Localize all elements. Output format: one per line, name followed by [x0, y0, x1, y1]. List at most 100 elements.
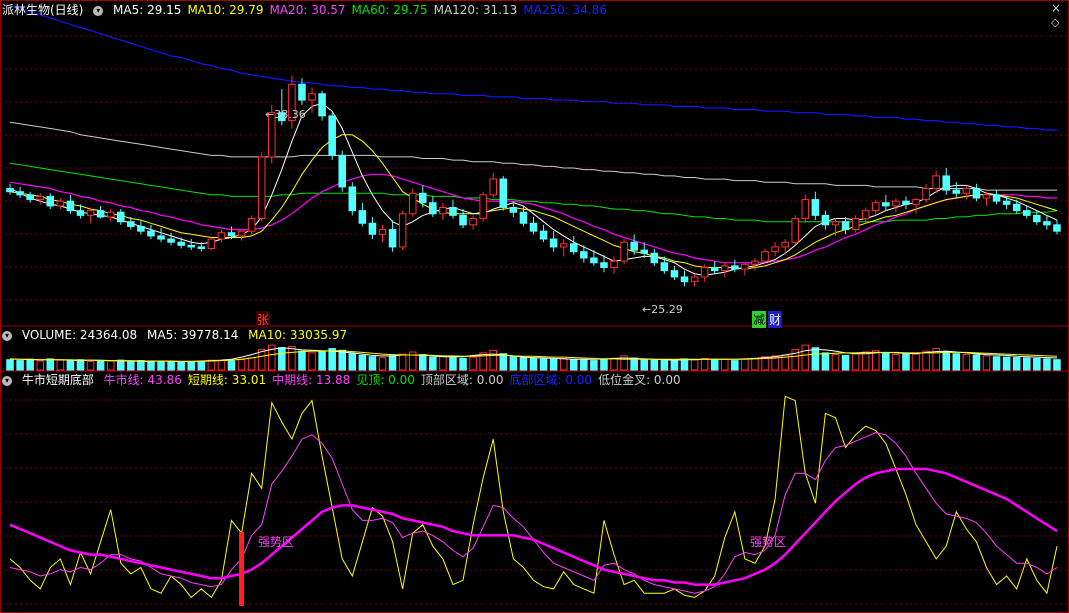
candle-up	[207, 238, 216, 250]
volume-bar	[741, 358, 749, 371]
volume-bar	[56, 359, 65, 371]
volume-bar	[902, 353, 910, 371]
candle-up	[237, 230, 246, 237]
volume-bar	[922, 350, 930, 371]
volume-bar	[610, 358, 618, 371]
ma-legend-item: MA60: 29.75	[351, 3, 428, 17]
volume-bar	[348, 353, 357, 371]
volume-ma5: MA5: 39778.14	[147, 328, 239, 342]
chevron-down-icon[interactable]: ▾	[93, 5, 104, 16]
volume-bar	[398, 353, 407, 371]
ma60-line	[9, 162, 1058, 223]
indicator-legend-item: 牛市线: 43.86	[103, 373, 182, 387]
volume-bar	[308, 352, 316, 371]
candle-up	[871, 202, 880, 212]
volume-bar	[6, 359, 14, 371]
volume-bar	[690, 359, 699, 371]
volume-bar	[680, 358, 689, 371]
candle-down	[1053, 224, 1061, 232]
candle-down	[116, 211, 125, 223]
price-panel	[6, 4, 1061, 287]
zhang-marker[interactable]: 张	[256, 311, 271, 328]
volume-bar	[459, 357, 467, 371]
candle-down	[187, 244, 196, 248]
candle-down	[449, 206, 457, 216]
indicator-legend-item: 见顶: 0.00	[356, 373, 415, 387]
volume-value: VOLUME: 24364.08	[21, 328, 138, 342]
jian-marker[interactable]: 减	[752, 311, 767, 328]
candle-up	[771, 246, 779, 253]
volume-bar	[76, 359, 85, 371]
volume-bar	[580, 359, 588, 371]
cai-marker[interactable]: 财	[768, 311, 783, 328]
ma-legend-item: MA20: 30.57	[269, 3, 346, 17]
indicator-legend: 牛市线: 43.86 短期线: 33.01 中期线: 13.88 见顶: 0.00 顶部…	[104, 373, 687, 387]
zone-label-strong-2: 强势区	[750, 535, 787, 549]
volume-bar	[338, 349, 347, 371]
candle-up	[912, 199, 920, 205]
signal-bar	[239, 532, 245, 606]
volume-bar	[36, 360, 45, 371]
chevron-down-icon[interactable]: ▾	[2, 375, 12, 386]
ma-legend-item: MA120: 31.13	[433, 3, 518, 17]
candle-up	[690, 276, 699, 283]
volume-header: ▾ VOLUME: 24364.08 MA5: 39778.14 MA10: 3…	[2, 327, 353, 343]
volume-bar	[167, 360, 175, 371]
candle-up	[741, 263, 749, 270]
volume-bar	[368, 356, 377, 371]
candle-up	[962, 188, 971, 194]
volume-bar	[298, 350, 306, 371]
diamond-icon[interactable]: ◇	[1051, 16, 1059, 29]
chevron-down-icon[interactable]: ▾	[2, 330, 12, 341]
candle-up	[106, 211, 115, 218]
candle-down	[1012, 203, 1021, 212]
candle-down	[882, 202, 890, 207]
volume-bar	[217, 360, 226, 371]
candle-down	[66, 200, 75, 212]
candle-down	[600, 262, 608, 268]
low-price-value: 25.29	[651, 303, 683, 316]
volume-bar	[116, 359, 125, 371]
volume-bar	[429, 356, 437, 371]
volume-bar	[388, 355, 397, 371]
indicator-legend-item: 底部区域: 0.00	[509, 373, 593, 387]
volume-bar	[952, 353, 961, 371]
volume-bar	[972, 354, 981, 371]
close-icon[interactable]: ×	[1051, 1, 1061, 15]
candle-down	[841, 221, 850, 231]
candle-up	[781, 241, 789, 248]
candle-down	[499, 178, 508, 208]
candle-up	[801, 199, 810, 220]
high-price-value: 38.36	[274, 108, 306, 121]
volume-bar	[710, 359, 719, 371]
volume-bar	[418, 354, 427, 371]
candle-down	[157, 235, 165, 240]
indicator-legend-item: 中期线: 13.88	[272, 373, 351, 387]
candle-up	[851, 218, 860, 231]
volume-bar	[529, 357, 538, 371]
candle-up	[86, 210, 95, 216]
volume-bar	[801, 344, 810, 371]
candle-down	[1033, 214, 1041, 223]
volume-bar	[670, 360, 679, 371]
candle-down	[529, 222, 538, 232]
volume-bar	[821, 352, 830, 371]
candle-down	[127, 221, 135, 227]
candle-down	[348, 186, 357, 212]
volume-bar	[499, 353, 508, 371]
volume-bar	[811, 347, 820, 371]
volume-bar	[1053, 359, 1061, 371]
candle-down	[338, 154, 347, 188]
candle-down	[388, 229, 397, 248]
volume-bar	[227, 360, 236, 371]
candle-up	[700, 266, 709, 278]
volume-bar	[46, 358, 55, 371]
candle-down	[46, 195, 55, 207]
volume-bar	[720, 358, 729, 371]
candle-down	[731, 265, 739, 270]
volume-bar	[841, 354, 850, 371]
candle-down	[952, 189, 961, 194]
candle-down	[509, 206, 518, 213]
volume-bar	[137, 360, 145, 371]
candle-up	[620, 241, 628, 262]
